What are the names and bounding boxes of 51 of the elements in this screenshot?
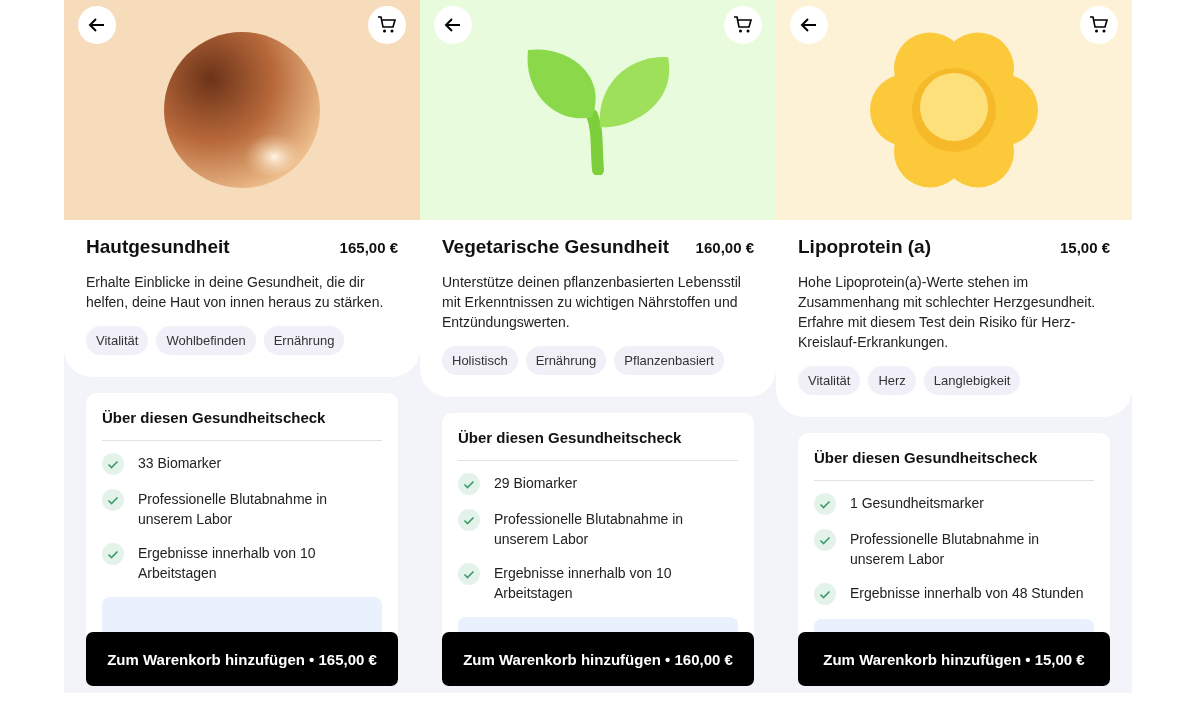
feature-text: Ergebnisse innerhalb von 10 Arbeitstagen — [494, 564, 673, 603]
cart-button[interactable] — [1080, 6, 1118, 44]
tag-chip: Wohlbefinden — [156, 326, 256, 355]
add-to-cart-button[interactable]: Zum Warenkorb hinzufügen • 165,00 € — [86, 632, 398, 686]
check-icon — [814, 493, 836, 515]
cart-button[interactable] — [368, 6, 406, 44]
about-title: Über diesen Gesundheitscheck — [102, 409, 382, 441]
product-price: 165,00 € — [339, 238, 398, 256]
cart-icon — [377, 15, 397, 35]
check-icon — [814, 583, 836, 605]
check-icon — [102, 453, 124, 475]
add-to-cart-button[interactable]: Zum Warenkorb hinzufügen • 160,00 € — [442, 632, 754, 686]
feature-text: Ergebnisse innerhalb von 48 Stunden — [850, 584, 1084, 603]
check-icon — [458, 563, 480, 585]
product-price: 160,00 € — [695, 238, 754, 256]
check-icon — [458, 473, 480, 495]
product-price: 15,00 € — [1059, 238, 1110, 256]
tag-chip: Herz — [868, 366, 916, 395]
cart-icon — [733, 15, 753, 35]
product-title: Lipoprotein (a) — [798, 236, 931, 258]
add-to-cart-button[interactable]: Zum Warenkorb hinzufügen • 15,00 € — [798, 632, 1110, 686]
product-description: Unterstütze deinen pflanzenbasierten Lebensstil mit Erkenntnissen zu wichtigen Nährstoffen und Entzündungswerten. — [442, 273, 742, 332]
product-description: Erhalte Einblicke in deine Gesundheit, die dir helfen, deine Haut von innen heraus zu stärken. — [86, 273, 385, 312]
cart-icon — [1089, 15, 1109, 35]
back-button[interactable] — [78, 6, 116, 44]
feature-text: Professionelle Blutabnahme in unserem Labor — [850, 530, 1041, 569]
tag-chip: Vitalität — [86, 326, 149, 355]
feature-text: Ergebnisse innerhalb von 10 Arbeitstagen — [138, 544, 317, 583]
tag-chip: Holistisch — [442, 346, 518, 375]
check-icon — [102, 489, 124, 511]
feature-text: Professionelle Blutabnahme in unserem Labor — [494, 510, 685, 549]
tag-chip: Pflanzenbasiert — [614, 346, 724, 375]
product-title: Vegetarische Gesundheit — [442, 236, 670, 258]
about-title: Über diesen Gesundheitscheck — [458, 429, 738, 461]
check-icon — [458, 509, 480, 531]
tag-chip: Ernährung — [263, 326, 345, 355]
feature-text: 33 Biomarker — [138, 454, 222, 473]
product-title: Hautgesundheit — [86, 236, 230, 258]
feature-text: 1 Gesundheitsmarker — [850, 494, 984, 513]
check-icon — [814, 529, 836, 551]
back-button[interactable] — [434, 6, 472, 44]
about-title: Über diesen Gesundheitscheck — [814, 449, 1094, 481]
product-description: Hohe Lipoprotein(a)-Werte stehen im Zusammenhang mit schlechter Herzgesundheit. Erfahre mit diesem Test dein Risiko für Herz-Kreislauf-Erkrankungen. — [798, 273, 1097, 352]
check-icon — [102, 543, 124, 565]
feature-text: 29 Biomarker — [494, 474, 578, 493]
back-button[interactable] — [790, 6, 828, 44]
cart-button[interactable] — [724, 6, 762, 44]
feature-text: Professionelle Blutabnahme in unserem Labor — [138, 490, 329, 529]
tag-chip: Langlebigkeit — [923, 366, 1021, 395]
tag-chip: Vitalität — [798, 366, 861, 395]
tag-chip: Ernährung — [525, 346, 607, 375]
